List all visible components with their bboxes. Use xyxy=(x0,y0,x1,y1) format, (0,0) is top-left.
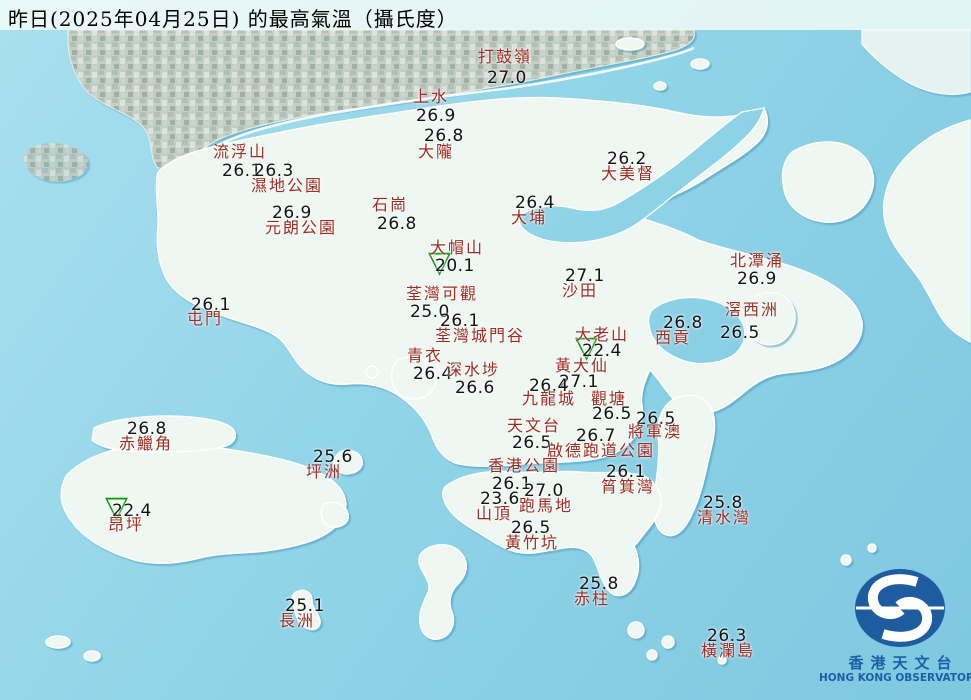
station-value: 26.5 xyxy=(592,404,632,424)
station-name: 大埔 xyxy=(511,208,548,227)
weather-map-page: 27.0 打鼓嶺 26.9 上水 26.8 大隴 26.1 流浮山 26.3 濕地公園 26.2 大美… xyxy=(0,0,971,700)
station-name: 北潭涌 xyxy=(730,251,785,270)
station-name: 九龍城 xyxy=(522,389,577,408)
page-title: 昨日(2025年04月25日) 的最高氣溫（攝氏度） xyxy=(8,7,458,31)
station-name: 赤鱲角 xyxy=(119,434,174,453)
hko-logo: 香港天文台 HONG KONG OBSERVATORY xyxy=(819,562,971,700)
station-name: 黃大仙 xyxy=(555,356,610,375)
station-value: 20.1 xyxy=(435,256,475,276)
station-name: 清水灣 xyxy=(697,508,752,527)
station-name: 大美督 xyxy=(601,164,656,183)
station-name: 荃灣可觀 xyxy=(406,284,479,303)
station-name: 上水 xyxy=(413,87,450,106)
station-value: 26.9 xyxy=(416,106,456,126)
station-value: 26.5 xyxy=(512,433,552,453)
station-name: 赤柱 xyxy=(574,589,611,608)
station-name: 青衣 xyxy=(407,346,444,365)
station-name: 荃灣城門谷 xyxy=(435,326,526,345)
station-value: 26.8 xyxy=(377,214,417,234)
station-name: 山頂 xyxy=(476,504,513,523)
hko-logo-icon xyxy=(855,569,945,647)
station-name: 橫瀾島 xyxy=(701,641,756,660)
station-name: 天文台 xyxy=(507,416,562,435)
station-name: 啟德跑道公園 xyxy=(547,441,656,460)
logo-chinese-name: 香港天文台 xyxy=(848,654,959,672)
station-name: 香港公園 xyxy=(488,456,561,475)
station-name: 流浮山 xyxy=(213,142,268,161)
station-name: 石崗 xyxy=(372,195,409,214)
station-name: 長洲 xyxy=(279,611,316,630)
station-name: 西貢 xyxy=(655,328,692,347)
station-value: 26.9 xyxy=(737,269,777,289)
station-name: 滘西洲 xyxy=(725,300,780,319)
station-name: 黃竹坑 xyxy=(505,533,560,552)
station-name: 大老山 xyxy=(575,325,630,344)
station-name: 深水埗 xyxy=(446,360,501,379)
station-name: 大隴 xyxy=(418,142,455,161)
station-name: 將軍澳 xyxy=(628,422,683,441)
station-name: 筲箕灣 xyxy=(601,477,656,496)
station-value: 27.0 xyxy=(487,68,527,88)
station-name: 坪洲 xyxy=(306,462,343,481)
station-name: 觀塘 xyxy=(591,389,628,408)
station-name: 屯門 xyxy=(187,309,224,328)
station-name: 沙田 xyxy=(562,281,599,300)
station-name: 跑馬地 xyxy=(519,496,574,515)
station-name: 濕地公園 xyxy=(251,176,324,195)
logo-english-name: HONG KONG OBSERVATORY xyxy=(818,671,971,684)
station-name: 打鼓嶺 xyxy=(478,47,533,66)
station-value: 26.5 xyxy=(720,323,760,343)
station-name: 大帽山 xyxy=(430,238,485,257)
station-value: 26.6 xyxy=(455,378,495,398)
station-name: 昂坪 xyxy=(108,515,145,534)
station-labels-layer: 27.0 打鼓嶺 26.9 上水 26.8 大隴 26.1 流浮山 26.3 濕地公園 26.2 大美… xyxy=(0,0,971,700)
station-name: 元朗公園 xyxy=(265,218,338,237)
